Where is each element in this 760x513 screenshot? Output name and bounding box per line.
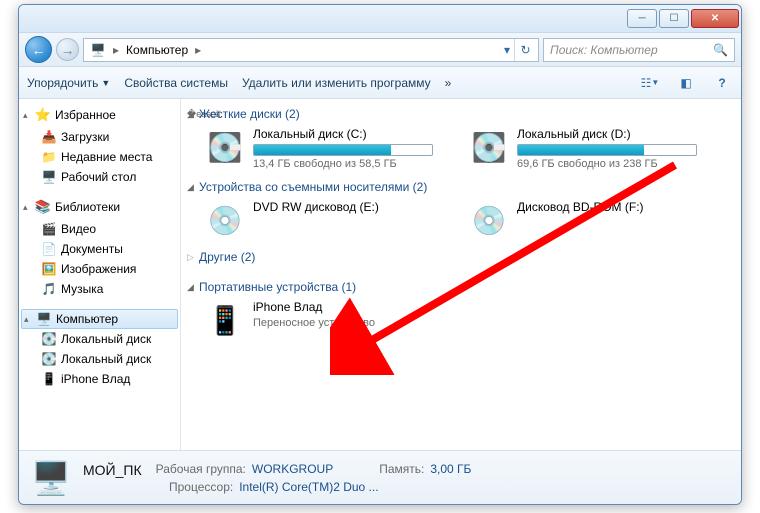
maximize-button[interactable]: ☐ — [659, 9, 689, 28]
minimize-button[interactable]: ─ — [627, 9, 657, 28]
category-other[interactable]: ▷ Другие (2) — [187, 248, 739, 270]
sidebar-group-libraries[interactable]: ▴ 📚 Библиотеки — [21, 197, 178, 219]
computer-icon: 🖥️ — [29, 456, 73, 500]
address-bar: ← → 🖥️ ▸ Компьютер ▸ ▾ ↻ Поиск: Компьюте… — [19, 33, 741, 67]
sidebar-item-local-disk-c[interactable]: 💽Локальный диск — [21, 329, 178, 349]
drive-bd[interactable]: 💿 Дисковод BD-ROM (F:) — [469, 200, 717, 240]
libraries-icon: 📚 — [35, 199, 51, 215]
collapse-icon: ◢ — [187, 182, 199, 193]
category-hard-drives[interactable]: �ească ◢ Жесткие диски (2) — [187, 105, 739, 127]
picture-icon: 🖼️ — [41, 261, 57, 277]
sidebar-item-downloads[interactable]: 📥Загрузки — [21, 127, 178, 147]
breadcrumb[interactable]: 🖥️ ▸ Компьютер ▸ ▾ ↻ — [83, 38, 539, 62]
drive-dvd[interactable]: 💿 DVD RW дисковод (E:) — [205, 200, 453, 240]
toolbar-overflow-button[interactable]: » — [445, 76, 452, 90]
disc-icon: 💿 — [469, 200, 509, 240]
chevron-down-icon: ▼ — [101, 78, 110, 88]
back-button[interactable]: ← — [25, 36, 52, 63]
drive-icon: 💽 — [41, 331, 57, 347]
usage-bar — [517, 144, 697, 156]
history-dropdown-icon[interactable]: ▾ — [500, 43, 514, 57]
computer-name: МОЙ_ПК — [83, 462, 142, 478]
sidebar-group-favorites[interactable]: ▴ ⭐ Избранное — [21, 105, 178, 127]
uninstall-program-button[interactable]: Удалить или изменить программу — [242, 76, 431, 90]
usage-bar — [253, 144, 433, 156]
phone-icon: 📱 — [41, 371, 57, 387]
expand-icon: ▷ — [187, 252, 199, 263]
recent-icon: 📁 — [41, 149, 57, 165]
titlebar: ─ ☐ ✕ — [19, 5, 741, 33]
navigation-pane: ▴ ⭐ Избранное 📥Загрузки 📁Недавние места … — [19, 99, 181, 450]
drive-d[interactable]: 💽 Локальный диск (D:) 69,6 ГБ свободно и… — [469, 127, 717, 170]
search-input[interactable]: Поиск: Компьютер 🔍 — [543, 38, 735, 62]
star-icon: ⭐ — [35, 107, 51, 123]
system-properties-button[interactable]: Свойства системы — [124, 76, 228, 90]
hdd-icon: 💽 — [205, 127, 245, 167]
category-portable[interactable]: ◢ Портативные устройства (1) — [187, 278, 739, 300]
phone-icon: 📱 — [205, 300, 245, 340]
sidebar-item-music[interactable]: 🎵Музыка — [21, 279, 178, 299]
music-icon: 🎵 — [41, 281, 57, 297]
sidebar-item-iphone[interactable]: 📱iPhone Влад — [21, 369, 178, 389]
computer-icon: 🖥️ — [90, 42, 106, 58]
details-pane: 🖥️ МОЙ_ПК Рабочая группа: WORKGROUP Памя… — [19, 450, 741, 504]
organize-button[interactable]: Упорядочить ▼ — [27, 76, 110, 90]
search-placeholder: Поиск: Компьютер — [550, 43, 658, 57]
sidebar-group-computer[interactable]: ▴ 🖥️ Компьютер — [21, 309, 178, 329]
collapse-icon: ◢ — [187, 109, 199, 120]
collapse-icon: ▴ — [24, 314, 36, 325]
collapse-icon: ▴ — [23, 110, 35, 121]
view-options-button[interactable]: ☷ ▼ — [639, 72, 661, 94]
chevron-right-icon: ▸ — [110, 43, 122, 57]
close-button[interactable]: ✕ — [691, 9, 739, 28]
sidebar-item-pictures[interactable]: 🖼️Изображения — [21, 259, 178, 279]
device-iphone[interactable]: 📱 iPhone Влад Переносное устройство — [205, 300, 453, 340]
help-button[interactable]: ? — [711, 72, 733, 94]
hdd-icon: 💽 — [469, 127, 509, 167]
command-bar: Упорядочить ▼ Свойства системы Удалить и… — [19, 67, 741, 99]
drive-c[interactable]: 💽 Локальный диск (C:) 13,4 ГБ свободно и… — [205, 127, 453, 170]
sidebar-item-videos[interactable]: 🎬Видео — [21, 219, 178, 239]
search-icon: 🔍 — [713, 43, 728, 57]
computer-icon: 🖥️ — [36, 311, 52, 327]
category-removable[interactable]: ◢ Устройства со съемными носителями (2) — [187, 178, 739, 200]
explorer-window: ─ ☐ ✕ ← → 🖥️ ▸ Компьютер ▸ ▾ ↻ Поиск: Ко… — [18, 4, 742, 505]
document-icon: 📄 — [41, 241, 57, 257]
dvd-icon: 💿 — [205, 200, 245, 240]
drive-icon: 💽 — [41, 351, 57, 367]
refresh-button[interactable]: ↻ — [514, 39, 536, 61]
desktop-icon: 🖥️ — [41, 169, 57, 185]
content-pane: �ească ◢ Жесткие диски (2) 💽 Локальный д… — [181, 99, 741, 450]
sidebar-item-documents[interactable]: 📄Документы — [21, 239, 178, 259]
sidebar-item-recent[interactable]: 📁Недавние места — [21, 147, 178, 167]
downloads-icon: 📥 — [41, 129, 57, 145]
sidebar-item-local-disk-d[interactable]: 💽Локальный диск — [21, 349, 178, 369]
collapse-icon: ▴ — [23, 202, 35, 213]
chevron-right-icon: ▸ — [192, 43, 204, 57]
preview-pane-button[interactable]: ◧ — [675, 72, 697, 94]
sidebar-item-desktop[interactable]: 🖥️Рабочий стол — [21, 167, 178, 187]
collapse-icon: ◢ — [187, 282, 199, 293]
forward-button[interactable]: → — [56, 38, 79, 61]
video-icon: 🎬 — [41, 221, 57, 237]
breadcrumb-segment[interactable]: Компьютер — [122, 43, 192, 57]
